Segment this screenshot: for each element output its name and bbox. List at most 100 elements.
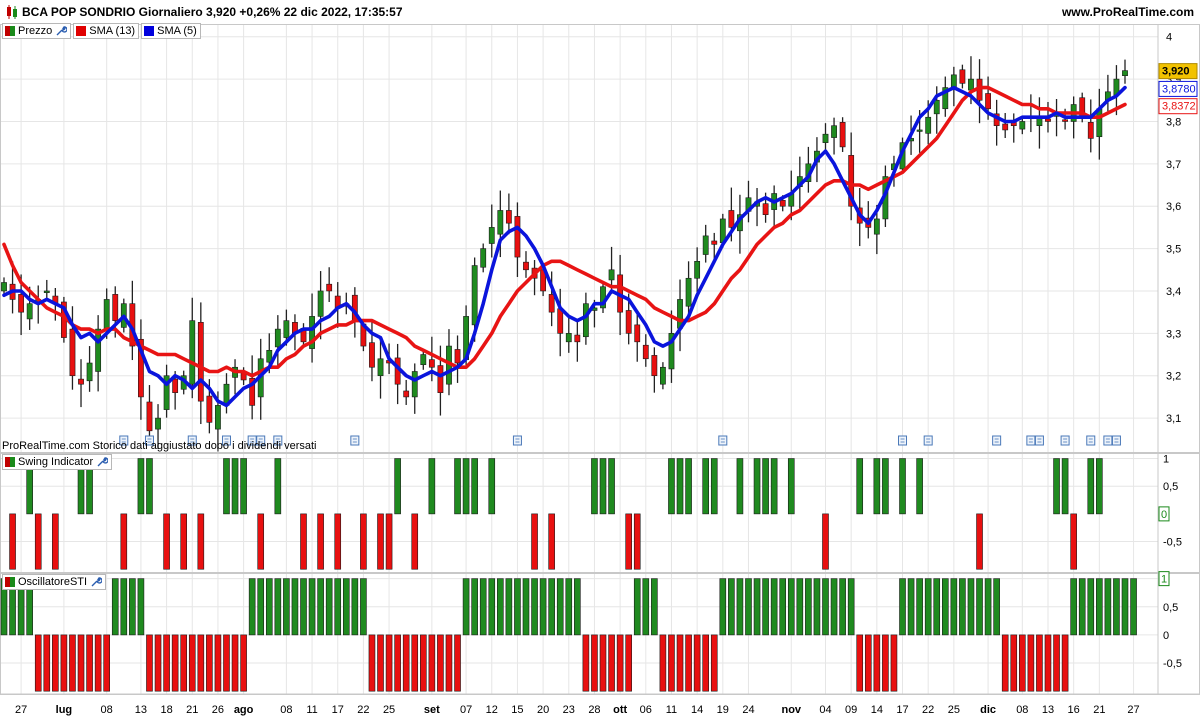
date-tick-label: 21	[186, 704, 198, 716]
swing-bar	[822, 513, 829, 570]
candle-body	[839, 122, 846, 148]
sti-bar	[616, 634, 624, 692]
candle-body	[480, 248, 487, 268]
sti-swatch	[5, 577, 15, 587]
candle-body	[317, 290, 324, 317]
candle-body	[651, 355, 658, 377]
legend-sma13[interactable]: SMA (13)	[73, 23, 140, 39]
sti-bar	[762, 578, 769, 636]
sti-bar	[719, 578, 727, 636]
candle-body	[933, 99, 940, 115]
sti-bar	[856, 634, 864, 692]
legend-sma13-label: SMA (13)	[89, 25, 136, 37]
sti-bar	[633, 578, 641, 636]
date-tick-label: nov	[781, 704, 801, 716]
price-tick-label: 3,4	[1166, 286, 1181, 298]
candle-body	[574, 334, 581, 343]
sti-bar	[1019, 634, 1026, 692]
candles	[1, 56, 1128, 450]
swing-bar	[762, 458, 769, 515]
swing-bar	[317, 513, 324, 570]
swing-bar	[1096, 458, 1103, 515]
date-tick-label: 08	[1016, 704, 1028, 716]
candle-body	[985, 93, 991, 110]
swing-bar	[633, 513, 641, 570]
sti-bar	[728, 578, 735, 636]
swing-bar	[300, 513, 307, 570]
sti-bar	[77, 634, 85, 692]
candle-body	[565, 333, 572, 343]
sti-bar	[129, 578, 136, 636]
candle-body	[1002, 123, 1009, 131]
sti-legend: OscillatoreSTI	[2, 574, 108, 590]
legend-prezzo[interactable]: Prezzo	[2, 23, 72, 39]
sti-bar	[1130, 578, 1137, 636]
sti-bar	[300, 578, 307, 636]
swing-bar	[685, 458, 692, 515]
candle-body	[86, 362, 93, 382]
candle-body	[146, 401, 153, 432]
legend-sma5[interactable]: SMA (5)	[141, 23, 201, 39]
sti-bar	[137, 578, 145, 636]
legend-sti[interactable]: OscillatoreSTI	[2, 574, 107, 590]
swing-bar	[471, 458, 478, 515]
wrench-icon[interactable]	[96, 456, 109, 468]
dividend-marker-icon	[350, 435, 360, 446]
sti-tick-label: -0,5	[1163, 658, 1182, 670]
date-tick-label: 17	[332, 704, 344, 716]
price-tick-label: 3,5	[1166, 244, 1181, 256]
sma5-tag: 3,8780	[1162, 83, 1196, 95]
candle-body	[411, 371, 418, 398]
swing-tick-label: -0,5	[1163, 537, 1182, 549]
sti-bar	[822, 578, 829, 636]
candle-body	[582, 303, 589, 338]
swing-bar	[608, 458, 615, 515]
wrench-icon[interactable]	[55, 25, 68, 37]
sti-bar	[890, 634, 898, 692]
candle-body	[197, 322, 204, 402]
panel-border	[0, 24, 1200, 453]
date-tick-label: 16	[1068, 704, 1080, 716]
sti-current-tag: 1	[1161, 574, 1167, 586]
sti-bar	[342, 578, 350, 636]
sti-bar	[787, 578, 795, 636]
swing-bar	[377, 513, 384, 570]
candle-body	[702, 235, 709, 255]
sti-bar	[907, 578, 915, 636]
sti-bar	[505, 578, 513, 636]
candle-body	[155, 417, 161, 430]
candle-body	[428, 359, 435, 368]
sti-bar	[847, 578, 855, 636]
candle-body	[488, 227, 495, 244]
candle-body	[968, 78, 974, 91]
sti-bar	[377, 634, 384, 692]
swing-bar	[736, 458, 744, 515]
date-tick-label: 06	[640, 704, 652, 716]
candle-body	[377, 358, 384, 377]
swing-bar	[231, 458, 239, 515]
sti-bar	[864, 634, 872, 692]
swing-bar	[1070, 513, 1077, 570]
sti-bar	[420, 634, 427, 692]
sti-bar	[317, 578, 324, 636]
dividend-marker-icon	[1060, 435, 1070, 446]
candle-body	[625, 310, 632, 334]
date-tick-label: 11	[666, 704, 677, 716]
swing-bar	[548, 513, 555, 570]
wrench-icon[interactable]	[90, 576, 103, 588]
swing-bar	[787, 458, 795, 515]
sti-bar	[240, 634, 247, 692]
candle-body	[959, 69, 966, 84]
legend-swing[interactable]: Swing Indicator	[2, 454, 113, 470]
date-tick-label: 27	[15, 704, 27, 716]
sti-bar	[34, 634, 42, 692]
candle-body	[642, 344, 649, 360]
legend-sma5-label: SMA (5)	[157, 25, 197, 37]
swing-bar	[976, 513, 983, 570]
candle-body	[471, 265, 478, 326]
sti-bar	[1061, 634, 1069, 692]
swing-bar	[1087, 458, 1095, 515]
candle-body	[634, 324, 641, 343]
sti-bar	[539, 578, 547, 636]
dividend-marker-icon	[1034, 435, 1044, 446]
